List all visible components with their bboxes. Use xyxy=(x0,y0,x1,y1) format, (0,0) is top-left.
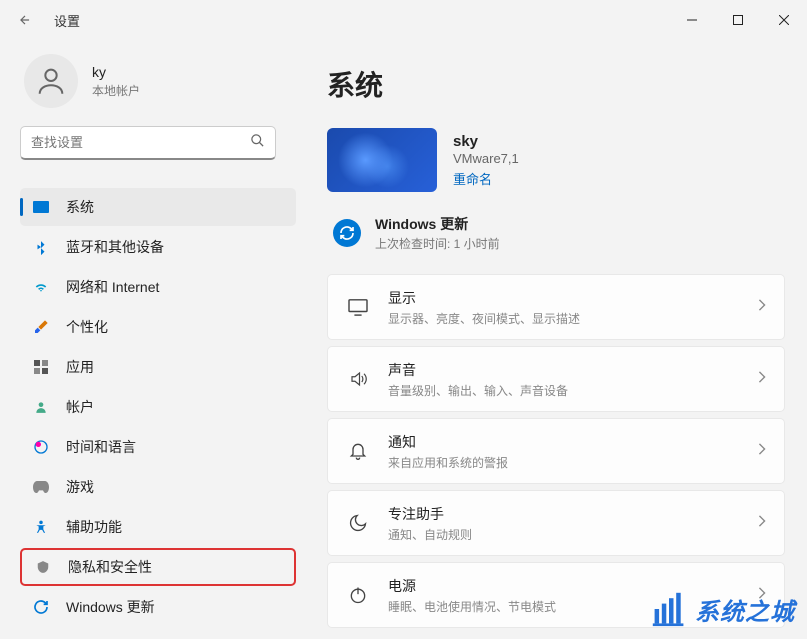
sidebar-item-label: 个性化 xyxy=(66,317,108,337)
sidebar-item-label: 辅助功能 xyxy=(66,517,122,537)
watermark: 系统之城 xyxy=(651,591,795,627)
sidebar-item-accounts[interactable]: 帐户 xyxy=(20,388,296,426)
maximize-button[interactable] xyxy=(715,4,761,36)
rename-link[interactable]: 重命名 xyxy=(453,169,519,188)
moon-icon xyxy=(342,513,374,533)
sidebar-item-label: 帐户 xyxy=(66,397,94,417)
avatar xyxy=(24,54,78,108)
sidebar-item-network[interactable]: 网络和 Internet xyxy=(20,268,296,306)
sync-icon xyxy=(333,219,361,247)
sidebar-item-personalization[interactable]: 个性化 xyxy=(20,308,296,346)
titlebar: 设置 xyxy=(0,0,807,40)
search-input[interactable] xyxy=(31,135,250,150)
accessibility-icon xyxy=(32,518,50,536)
page-title: 系统 xyxy=(327,64,785,104)
power-icon xyxy=(342,585,374,605)
sound-icon xyxy=(342,370,374,388)
sidebar-item-privacy-security[interactable]: 隐私和安全性 xyxy=(20,548,296,586)
sidebar-nav: 系统 蓝牙和其他设备 网络和 Internet 个性化 应用 帐户 xyxy=(20,188,296,626)
sidebar-item-time-language[interactable]: 时间和语言 xyxy=(20,428,296,466)
user-card[interactable]: ky 本地帐户 xyxy=(20,46,305,126)
update-subtitle: 上次检查时间: 1 小时前 xyxy=(375,235,500,252)
sidebar-item-label: 时间和语言 xyxy=(66,437,136,457)
device-info: sky VMware7,1 重命名 xyxy=(327,128,785,192)
search-icon xyxy=(250,133,265,153)
card-notifications[interactable]: 通知来自应用和系统的警报 xyxy=(327,418,785,484)
sidebar-item-windows-update[interactable]: Windows 更新 xyxy=(20,588,296,626)
update-title: Windows 更新 xyxy=(375,214,500,234)
bell-icon xyxy=(342,441,374,461)
wifi-icon xyxy=(32,278,50,296)
sidebar-item-label: 网络和 Internet xyxy=(66,277,159,297)
sidebar-item-label: 蓝牙和其他设备 xyxy=(66,237,164,257)
device-thumbnail[interactable] xyxy=(327,128,437,192)
person-icon xyxy=(32,398,50,416)
close-button[interactable] xyxy=(761,4,807,36)
sidebar-item-label: 系统 xyxy=(66,197,94,217)
system-icon xyxy=(32,198,50,216)
user-account-type: 本地帐户 xyxy=(92,82,140,99)
card-title: 通知 xyxy=(388,432,758,452)
sidebar-item-bluetooth[interactable]: 蓝牙和其他设备 xyxy=(20,228,296,266)
watermark-text: 系统之城 xyxy=(695,592,795,627)
paintbrush-icon xyxy=(32,318,50,336)
display-icon xyxy=(342,298,374,316)
watermark-logo-icon xyxy=(651,591,687,627)
windows-update-status[interactable]: Windows 更新 上次检查时间: 1 小时前 xyxy=(327,212,785,274)
window-title: 设置 xyxy=(54,11,80,30)
sidebar-item-gaming[interactable]: 游戏 xyxy=(20,468,296,506)
minimize-button[interactable] xyxy=(669,4,715,36)
sidebar-item-label: 隐私和安全性 xyxy=(68,557,152,577)
card-subtitle: 音量级别、输出、输入、声音设备 xyxy=(388,382,758,399)
card-title: 声音 xyxy=(388,360,758,380)
card-title: 专注助手 xyxy=(388,504,758,524)
card-title: 显示 xyxy=(388,288,758,308)
sidebar-item-apps[interactable]: 应用 xyxy=(20,348,296,386)
sidebar-item-label: 游戏 xyxy=(66,477,94,497)
sidebar-item-label: 应用 xyxy=(66,357,94,377)
content-area: 系统 sky VMware7,1 重命名 Windows 更新 上次检查时间: … xyxy=(305,40,807,639)
sidebar-item-system[interactable]: 系统 xyxy=(20,188,296,226)
window-controls xyxy=(669,4,807,36)
clock-globe-icon xyxy=(32,438,50,456)
sidebar: ky 本地帐户 系统 蓝牙和其他设备 网络和 Internet xyxy=(0,40,305,639)
card-focus-assist[interactable]: 专注助手通知、自动规则 xyxy=(327,490,785,556)
card-display[interactable]: 显示显示器、亮度、夜间模式、显示描述 xyxy=(327,274,785,340)
sidebar-item-label: Windows 更新 xyxy=(66,597,155,617)
device-name: sky xyxy=(453,133,519,150)
card-subtitle: 显示器、亮度、夜间模式、显示描述 xyxy=(388,310,758,327)
device-model: VMware7,1 xyxy=(453,151,519,166)
update-icon xyxy=(32,598,50,616)
settings-card-list: 显示显示器、亮度、夜间模式、显示描述 声音音量级别、输出、输入、声音设备 通知来… xyxy=(327,274,785,628)
card-subtitle: 通知、自动规则 xyxy=(388,526,758,543)
card-subtitle: 来自应用和系统的警报 xyxy=(388,454,758,471)
bluetooth-icon xyxy=(32,238,50,256)
card-sound[interactable]: 声音音量级别、输出、输入、声音设备 xyxy=(327,346,785,412)
gamepad-icon xyxy=(32,478,50,496)
apps-icon xyxy=(32,358,50,376)
sidebar-item-accessibility[interactable]: 辅助功能 xyxy=(20,508,296,546)
shield-icon xyxy=(34,558,52,576)
chevron-right-icon xyxy=(758,514,766,532)
chevron-right-icon xyxy=(758,298,766,316)
chevron-right-icon xyxy=(758,370,766,388)
user-name: ky xyxy=(92,64,140,80)
chevron-right-icon xyxy=(758,442,766,460)
back-button[interactable] xyxy=(10,5,40,35)
search-box[interactable] xyxy=(20,126,276,160)
